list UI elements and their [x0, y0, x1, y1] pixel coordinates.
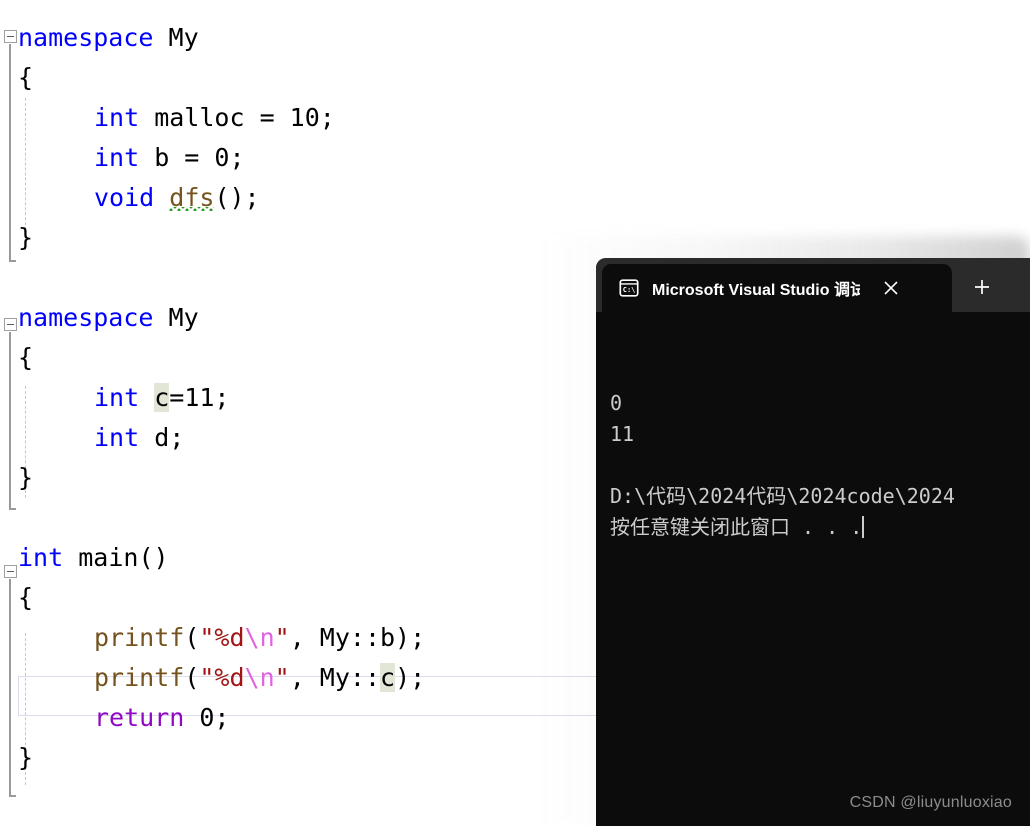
- code-token: int: [18, 543, 64, 572]
- console-output-line: 0: [610, 391, 623, 415]
- code-token: 0;: [184, 703, 230, 732]
- fold-bar-namespace-2: [9, 332, 16, 510]
- code-token: );: [395, 663, 426, 692]
- console-tab-active[interactable]: C:\ Microsoft Visual Studio 调试控: [602, 264, 952, 312]
- fold-bar-main: [9, 579, 16, 797]
- code-line[interactable]: return 0;: [94, 698, 229, 738]
- code-token: "%d: [199, 623, 245, 652]
- code-line[interactable]: namespace My: [18, 298, 199, 338]
- code-token: My: [153, 303, 199, 332]
- code-line[interactable]: }: [18, 458, 33, 498]
- code-token: int: [94, 423, 140, 452]
- code-token: {: [18, 583, 34, 612]
- code-line[interactable]: }: [18, 738, 33, 778]
- console-output-line: D:\代码\2024代码\2024code\2024: [610, 484, 955, 508]
- code-token: "%d: [199, 663, 245, 692]
- code-line[interactable]: int b = 0;: [94, 138, 245, 178]
- code-token: printf: [94, 623, 185, 652]
- code-token: My: [153, 23, 199, 52]
- screenshot-root: namespace My{int malloc = 10; int b = 0; v…: [0, 0, 1030, 826]
- code-token: (): [138, 543, 169, 572]
- fold-toggle-namespace-1[interactable]: [4, 30, 17, 43]
- code-line[interactable]: int malloc = 10;: [94, 98, 335, 138]
- code-token: \n: [244, 623, 275, 652]
- code-line[interactable]: printf("%d\n", My::b);: [94, 618, 425, 658]
- code-token: ": [274, 663, 290, 692]
- highlighted-identifier: c: [154, 383, 170, 412]
- highlighted-identifier: c: [380, 663, 396, 692]
- error-squiggle-identifier: dfs: [169, 183, 215, 212]
- code-line[interactable]: void dfs();: [94, 178, 260, 218]
- code-token: (: [184, 663, 200, 692]
- code-line[interactable]: int main(): [18, 538, 169, 578]
- code-token: =11;: [169, 383, 230, 412]
- code-token: {: [18, 63, 34, 92]
- console-tab-title: Microsoft Visual Studio 调试控: [652, 282, 860, 299]
- console-caret: [862, 516, 865, 538]
- code-token: malloc = 10;: [139, 103, 335, 132]
- fold-toggle-main[interactable]: [4, 565, 17, 578]
- code-token: , My::: [289, 663, 381, 692]
- code-line[interactable]: {: [18, 338, 33, 378]
- console-titlebar[interactable]: C:\ Microsoft Visual Studio 调试控: [596, 258, 1030, 312]
- code-token: (: [184, 623, 200, 652]
- code-token: int: [94, 143, 140, 172]
- code-line[interactable]: namespace My: [18, 18, 199, 58]
- code-token: }: [18, 743, 34, 772]
- svg-text:C:\: C:\: [623, 286, 636, 294]
- code-token: b = 0;: [139, 143, 245, 172]
- code-token: int: [94, 103, 140, 132]
- code-token: printf: [94, 663, 185, 692]
- close-icon[interactable]: [874, 271, 908, 305]
- code-token: main: [78, 543, 139, 572]
- code-token: \n: [244, 663, 275, 692]
- command-prompt-icon: C:\: [619, 279, 639, 297]
- code-token: namespace: [18, 303, 154, 332]
- code-line[interactable]: {: [18, 578, 33, 618]
- debug-console-window[interactable]: C:\ Microsoft Visual Studio 调试控 0 11 D:\…: [596, 258, 1030, 826]
- console-output-line: 按任意键关闭此窗口 . . .: [610, 515, 865, 539]
- code-token: {: [18, 343, 34, 372]
- code-token: }: [18, 223, 34, 252]
- console-output-lines: 0 11 D:\代码\2024代码\2024code\2024 按任意键关闭此窗口 .…: [610, 388, 1030, 543]
- code-line[interactable]: int d;: [94, 418, 184, 458]
- fold-bar-namespace-1: [9, 44, 16, 262]
- code-token: d;: [139, 423, 185, 452]
- new-tab-icon[interactable]: [962, 267, 1002, 307]
- watermark-text: CSDN @liuyunluoxiao: [849, 794, 1012, 811]
- console-output-line: 11: [610, 422, 635, 446]
- code-line[interactable]: }: [18, 218, 33, 258]
- code-line[interactable]: {: [18, 58, 33, 98]
- code-token: namespace: [18, 23, 154, 52]
- code-token: int: [94, 383, 140, 412]
- console-output-area[interactable]: 0 11 D:\代码\2024代码\2024code\2024 按任意键关闭此窗口 .…: [596, 312, 1030, 826]
- code-token: , My::b);: [289, 623, 426, 652]
- code-token: ();: [214, 183, 260, 212]
- code-token: }: [18, 463, 34, 492]
- code-token: void: [94, 183, 155, 212]
- code-token: ": [274, 623, 290, 652]
- code-line[interactable]: printf("%d\n", My::c);: [94, 658, 425, 698]
- fold-toggle-namespace-2[interactable]: [4, 318, 17, 331]
- code-line[interactable]: int c=11;: [94, 378, 230, 418]
- code-token: return: [94, 703, 185, 732]
